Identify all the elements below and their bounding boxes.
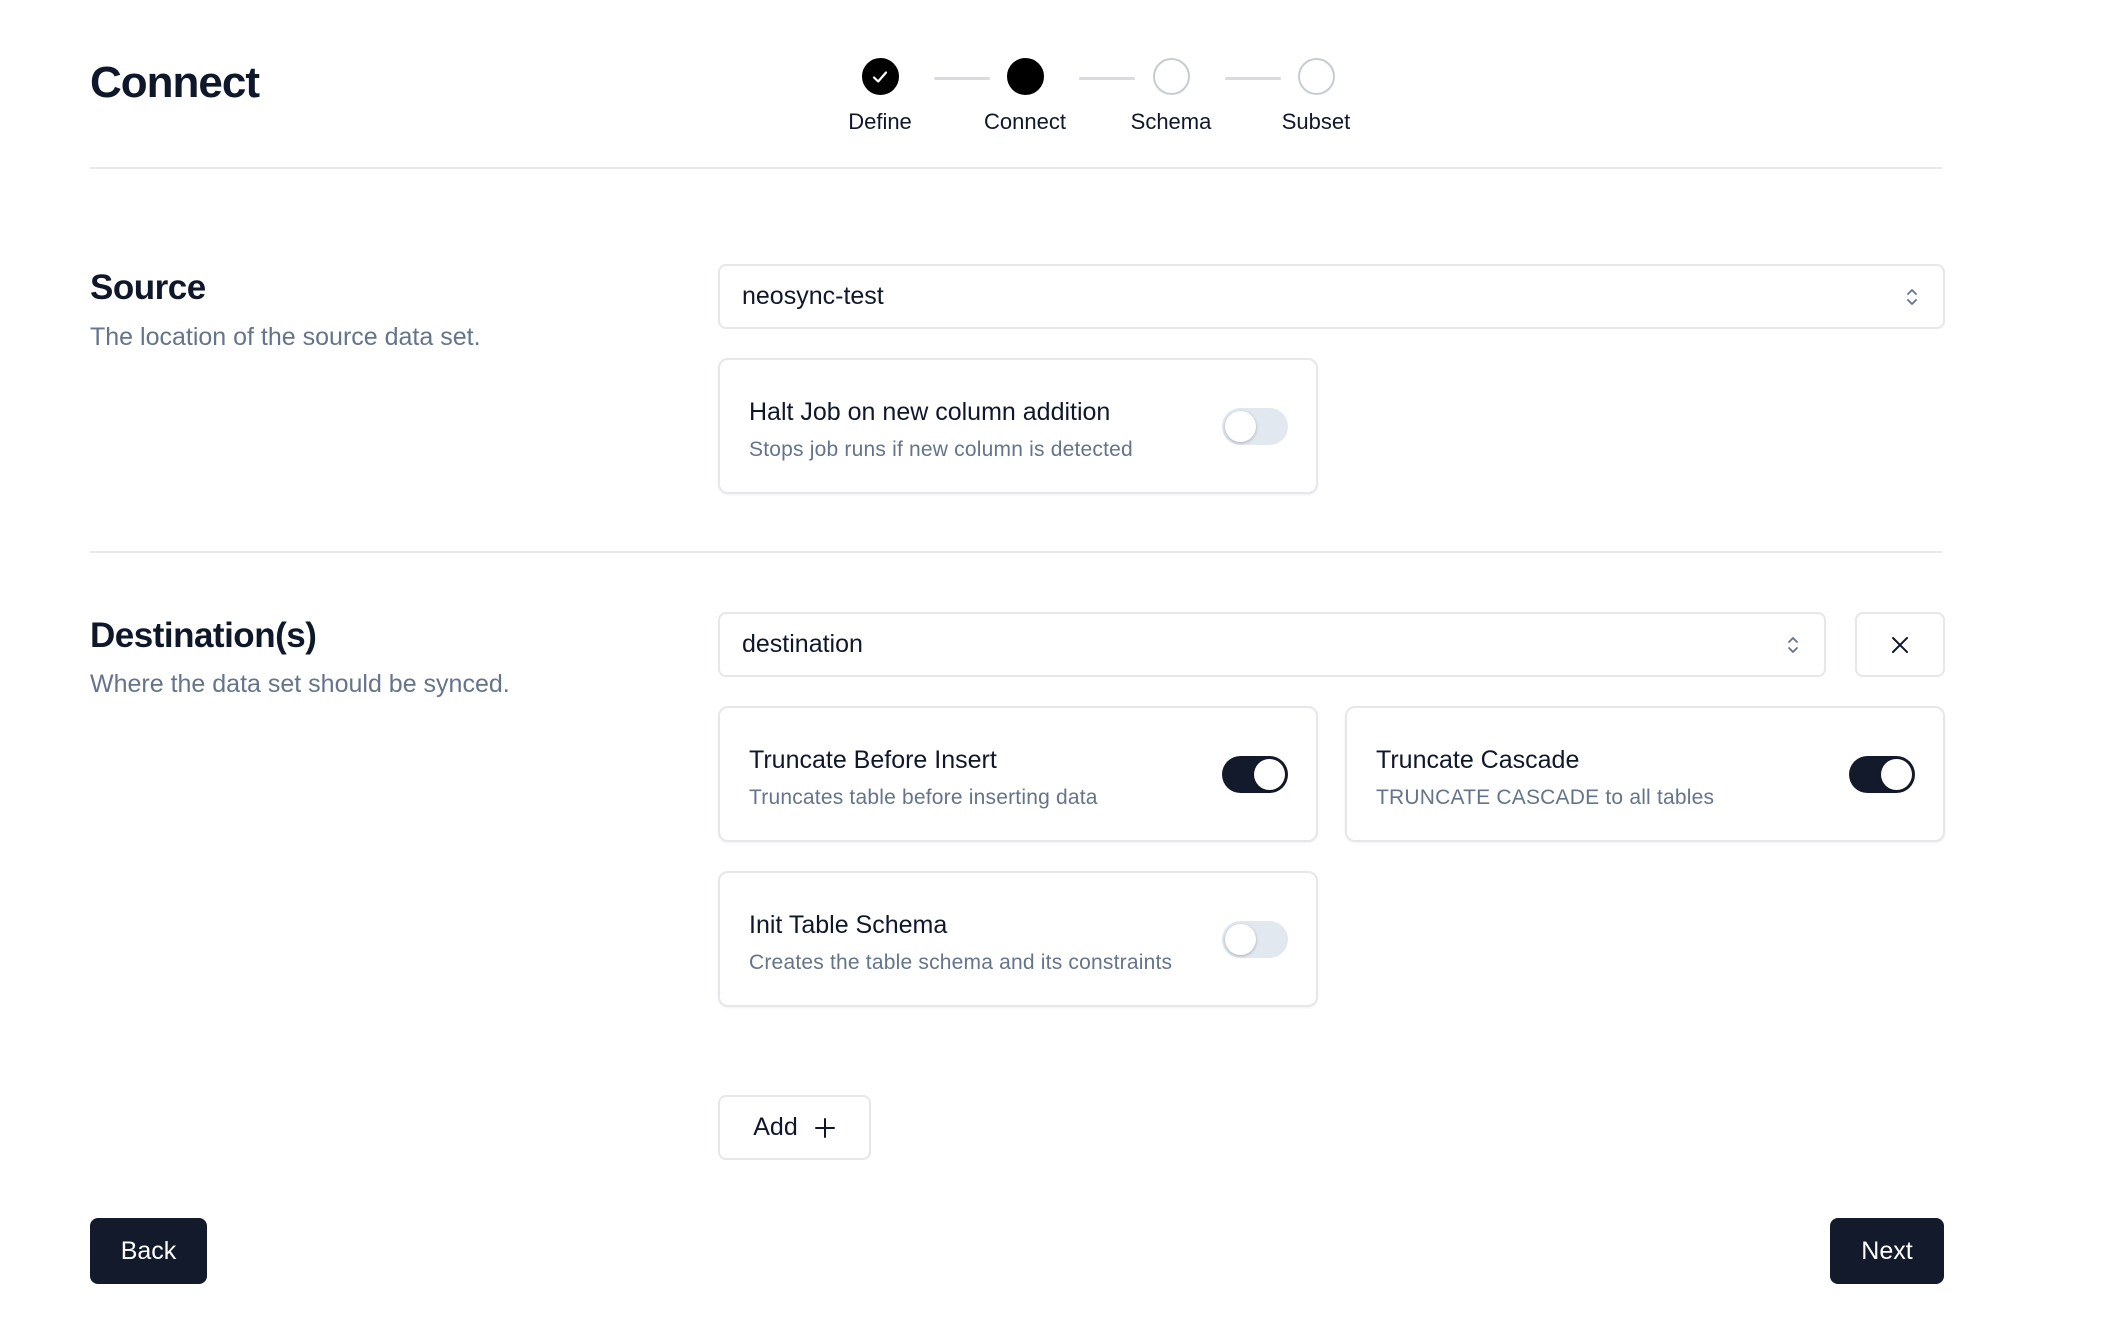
toggle-knob	[1225, 924, 1256, 955]
next-button-label: Next	[1861, 1236, 1913, 1265]
chevron-up-down-icon	[1784, 632, 1802, 658]
toggle-knob	[1225, 411, 1256, 442]
destinations-description: Where the data set should be synced.	[90, 670, 510, 698]
step-pending-indicator	[1152, 58, 1190, 95]
back-button-label: Back	[120, 1236, 177, 1265]
option-card-init-table-schema: Init Table Schema Creates the table sche…	[718, 871, 1318, 1007]
source-select[interactable]: neosync-test	[718, 264, 1945, 329]
step-label: Connect	[984, 109, 1066, 134]
option-description: Truncates table before inserting data	[749, 786, 1098, 809]
option-card-truncate-cascade: Truncate Cascade TRUNCATE CASCADE to all…	[1345, 706, 1945, 842]
step-complete-indicator	[861, 58, 899, 95]
halt-job-toggle[interactable]	[1222, 408, 1288, 445]
step-active-indicator	[1006, 58, 1044, 95]
next-button[interactable]: Next	[1830, 1218, 1944, 1284]
source-select-value: neosync-test	[742, 282, 884, 310]
destination-select[interactable]: destination	[718, 612, 1826, 677]
option-description: Creates the table schema and its constra…	[749, 951, 1173, 974]
option-description: TRUNCATE CASCADE to all tables	[1376, 786, 1715, 809]
close-icon	[1892, 636, 1908, 653]
option-title: Truncate Before Insert	[749, 746, 997, 774]
destinations-title: Destination(s)	[90, 616, 317, 655]
truncate-cascade-toggle[interactable]	[1849, 756, 1915, 793]
step-define[interactable]: Define	[800, 58, 960, 135]
step-pending-indicator	[1297, 58, 1335, 95]
step-subset[interactable]: Subset	[1236, 58, 1396, 135]
step-label: Schema	[1130, 109, 1212, 134]
chevron-up-down-icon	[1903, 284, 1921, 310]
truncate-before-insert-toggle[interactable]	[1222, 756, 1288, 793]
destination-select-value: destination	[742, 630, 863, 658]
check-icon	[872, 70, 888, 83]
option-card-halt-job: Halt Job on new column addition Stops jo…	[718, 358, 1318, 494]
header-divider	[90, 167, 1942, 169]
option-title: Halt Job on new column addition	[749, 398, 1111, 426]
source-title: Source	[90, 268, 206, 307]
add-destination-button[interactable]: Add	[718, 1095, 871, 1160]
step-label: Define	[848, 109, 912, 134]
remove-destination-button[interactable]	[1855, 612, 1945, 677]
option-title: Truncate Cascade	[1376, 746, 1580, 774]
init-table-schema-toggle[interactable]	[1222, 921, 1288, 958]
add-button-label: Add	[753, 1113, 798, 1141]
option-card-truncate-before-insert: Truncate Before Insert Truncates table b…	[718, 706, 1318, 842]
option-title: Init Table Schema	[749, 911, 948, 939]
source-description: The location of the source data set.	[90, 323, 481, 351]
toggle-knob	[1254, 759, 1285, 790]
step-schema[interactable]: Schema	[1091, 58, 1251, 135]
stepper: Define Connect Schema Subset	[0, 58, 2128, 148]
toggle-knob	[1881, 759, 1912, 790]
section-divider	[90, 551, 1942, 553]
option-description: Stops job runs if new column is detected	[749, 438, 1133, 461]
step-connect[interactable]: Connect	[945, 58, 1105, 135]
back-button[interactable]: Back	[90, 1218, 207, 1284]
plus-icon	[814, 1117, 835, 1138]
step-label: Subset	[1281, 109, 1351, 134]
